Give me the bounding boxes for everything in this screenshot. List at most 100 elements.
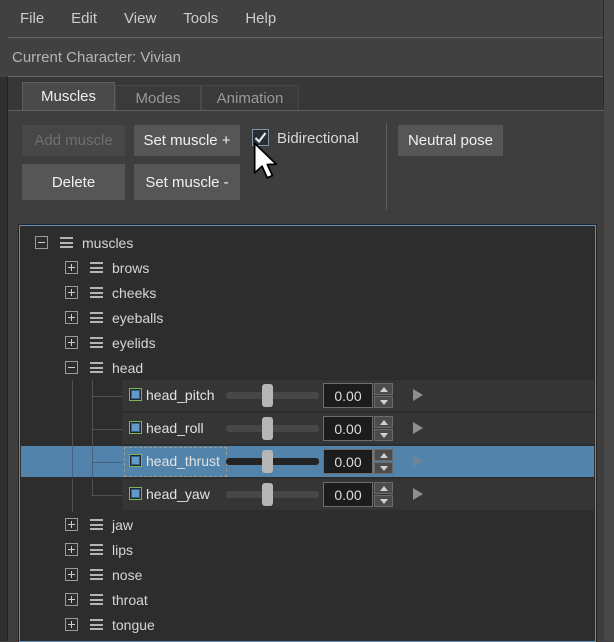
collapse-icon[interactable] bbox=[65, 361, 78, 374]
tree-item-eyelids[interactable]: eyelids bbox=[20, 330, 595, 355]
tree-item-label[interactable]: muscles bbox=[82, 235, 133, 251]
hamburger-icon bbox=[90, 362, 103, 373]
tab-modes[interactable]: Modes bbox=[115, 85, 201, 110]
muscle-slider[interactable] bbox=[226, 479, 319, 510]
tree-item-tongue[interactable]: tongue bbox=[20, 612, 595, 637]
tree-item-label[interactable]: brows bbox=[112, 260, 149, 276]
muscle-checkbox-fill bbox=[131, 489, 140, 498]
hamburger-icon bbox=[90, 312, 103, 323]
tree-item-throat[interactable]: throat bbox=[20, 587, 595, 612]
muscle-row-head_roll[interactable]: head_roll 0.00 bbox=[20, 413, 595, 446]
menu-view[interactable]: View bbox=[124, 10, 156, 27]
muscle-value-input[interactable]: 0.00 bbox=[323, 416, 373, 441]
muscle-checkbox-icon[interactable] bbox=[129, 487, 142, 500]
muscle-name-label[interactable]: head_roll bbox=[146, 420, 204, 436]
spin-down-button[interactable] bbox=[374, 396, 393, 408]
tree-item-label[interactable]: eyeballs bbox=[112, 310, 163, 326]
muscle-row-head_yaw[interactable]: head_yaw 0.00 bbox=[20, 479, 595, 512]
muscle-name-label[interactable]: head_thrust bbox=[146, 453, 220, 469]
play-arrow-icon[interactable] bbox=[413, 422, 423, 434]
checkmark-icon bbox=[253, 130, 268, 145]
muscle-checkbox-icon[interactable] bbox=[129, 388, 142, 401]
menu-file[interactable]: File bbox=[20, 10, 44, 27]
tree-item-lips[interactable]: lips bbox=[20, 537, 595, 562]
expand-icon[interactable] bbox=[65, 336, 78, 349]
tree-item-cheeks[interactable]: cheeks bbox=[20, 280, 595, 305]
slider-handle[interactable] bbox=[262, 483, 273, 506]
play-arrow-icon[interactable] bbox=[413, 389, 423, 401]
tree-item-label[interactable]: nose bbox=[112, 567, 142, 583]
tree-item-label[interactable]: cheeks bbox=[112, 285, 156, 301]
expand-icon[interactable] bbox=[65, 568, 78, 581]
value-spinners bbox=[374, 383, 393, 408]
tree-item-label[interactable]: throat bbox=[112, 592, 148, 608]
expand-icon[interactable] bbox=[65, 311, 78, 324]
muscle-name-label[interactable]: head_yaw bbox=[146, 486, 210, 502]
spin-down-button[interactable] bbox=[374, 462, 393, 474]
tree-connector-line bbox=[92, 396, 122, 397]
tree-item-brows[interactable]: brows bbox=[20, 255, 595, 280]
play-arrow-icon[interactable] bbox=[413, 488, 423, 500]
muscle-slider[interactable] bbox=[226, 413, 319, 444]
muscle-value-input[interactable]: 0.00 bbox=[323, 383, 373, 408]
spin-up-button[interactable] bbox=[374, 482, 393, 494]
spin-up-button[interactable] bbox=[374, 383, 393, 395]
muscle-value-input[interactable]: 0.00 bbox=[323, 482, 373, 507]
expand-icon[interactable] bbox=[65, 261, 78, 274]
spin-down-button[interactable] bbox=[374, 495, 393, 507]
hamburger-icon bbox=[60, 237, 73, 248]
slider-handle[interactable] bbox=[262, 384, 273, 407]
spin-up-button[interactable] bbox=[374, 449, 393, 461]
slider-handle[interactable] bbox=[262, 417, 273, 440]
muscle-checkbox-icon[interactable] bbox=[129, 454, 142, 467]
muscle-row-head_thrust[interactable]: head_thrust 0.00 bbox=[20, 446, 595, 479]
slider-handle[interactable] bbox=[262, 450, 273, 473]
tab-animation[interactable]: Animation bbox=[201, 85, 299, 110]
neutral-pose-button[interactable]: Neutral pose bbox=[398, 125, 503, 156]
tree-item-head[interactable]: head bbox=[20, 355, 595, 380]
expand-icon[interactable] bbox=[65, 286, 78, 299]
play-arrow-icon[interactable] bbox=[413, 455, 423, 467]
expand-icon[interactable] bbox=[65, 543, 78, 556]
tree-indent-guide bbox=[72, 479, 73, 512]
collapse-icon[interactable] bbox=[35, 236, 48, 249]
tree-item-label[interactable]: jaw bbox=[112, 517, 133, 533]
hamburger-icon bbox=[90, 594, 103, 605]
tree-item-muscles[interactable]: muscles bbox=[20, 230, 595, 255]
tree-item-jaw[interactable]: jaw bbox=[20, 512, 595, 537]
tree-item-label[interactable]: head bbox=[112, 360, 143, 376]
tab-muscles[interactable]: Muscles bbox=[22, 82, 115, 110]
expand-icon[interactable] bbox=[65, 518, 78, 531]
tree-item-label[interactable]: tongue bbox=[112, 617, 155, 633]
muscle-row-head_pitch[interactable]: head_pitch 0.00 bbox=[20, 380, 595, 413]
muscle-value-input[interactable]: 0.00 bbox=[323, 449, 373, 474]
hamburger-icon bbox=[90, 337, 103, 348]
muscle-slider[interactable] bbox=[226, 380, 319, 411]
muscle-controls-panel: head_roll 0.00 bbox=[122, 413, 594, 444]
tree-item-eyeballs[interactable]: eyeballs bbox=[20, 305, 595, 330]
muscles-tab-page: Add muscle Set muscle + Delete Set muscl… bbox=[8, 110, 604, 641]
spin-down-button[interactable] bbox=[374, 429, 393, 441]
muscle-controls-panel: head_thrust 0.00 bbox=[122, 446, 594, 477]
muscle-slider[interactable] bbox=[226, 446, 319, 477]
set-muscle-minus-button[interactable]: Set muscle - bbox=[134, 164, 240, 200]
bidirectional-checkbox[interactable] bbox=[252, 129, 269, 146]
muscles-tree[interactable]: musclesbrowscheekseyeballseyelidsheadhea… bbox=[19, 225, 596, 642]
delete-button[interactable]: Delete bbox=[22, 164, 125, 200]
menu-edit[interactable]: Edit bbox=[71, 10, 97, 27]
expand-icon[interactable] bbox=[65, 593, 78, 606]
spin-up-button[interactable] bbox=[374, 416, 393, 428]
muscle-checkbox-fill bbox=[131, 390, 140, 399]
bidirectional-label[interactable]: Bidirectional bbox=[277, 130, 359, 147]
menu-help[interactable]: Help bbox=[245, 10, 276, 27]
expand-icon[interactable] bbox=[65, 618, 78, 631]
menu-tools[interactable]: Tools bbox=[183, 10, 218, 27]
add-muscle-button[interactable]: Add muscle bbox=[22, 125, 125, 156]
tree-item-label[interactable]: lips bbox=[112, 542, 133, 558]
set-muscle-plus-button[interactable]: Set muscle + bbox=[134, 125, 240, 156]
tree-item-nose[interactable]: nose bbox=[20, 562, 595, 587]
muscle-checkbox-icon[interactable] bbox=[129, 421, 142, 434]
muscle-name-label[interactable]: head_pitch bbox=[146, 387, 215, 403]
tree-item-label[interactable]: eyelids bbox=[112, 335, 156, 351]
hamburger-icon bbox=[90, 569, 103, 580]
